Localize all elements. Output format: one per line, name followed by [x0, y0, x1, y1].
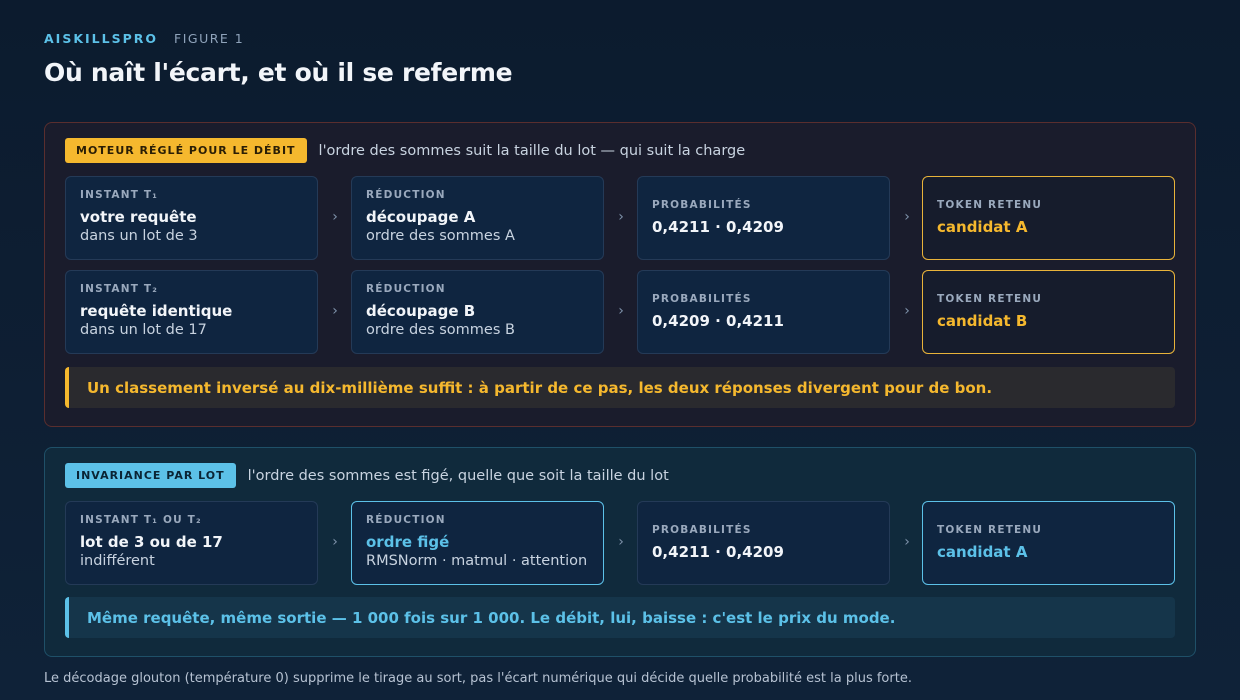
box-label: PROBABILITÉS — [652, 293, 752, 305]
panel-header: MOTEUR RÉGLÉ POUR LE DÉBIT l'ordre des s… — [65, 138, 745, 163]
probability-values: 0,4211 · 0,4209 — [652, 543, 784, 561]
chevron-right-icon: › — [332, 209, 338, 225]
probability-values: 0,4209 · 0,4211 — [652, 312, 784, 330]
chevron-right-icon: › — [618, 209, 624, 225]
chevron-right-icon: › — [332, 303, 338, 319]
box-main-text: votre requête — [80, 208, 197, 226]
invariance-badge: INVARIANCE PAR LOT — [65, 463, 236, 488]
probabilities-b-box: PROBABILITÉS 0,4209 · 0,4211 — [637, 270, 890, 354]
figure-number: FIGURE 1 — [174, 31, 245, 46]
page-title: Où naît l'écart, et où il se referme — [44, 58, 513, 87]
box-label: RÉDUCTION — [366, 283, 446, 295]
token-a-box: TOKEN RETENU candidat A — [922, 176, 1175, 260]
reproducibility-callout: Même requête, même sortie — 1 000 fois s… — [65, 597, 1175, 638]
box-label: RÉDUCTION — [366, 189, 446, 201]
brand-name: AISKILLSPRO — [44, 31, 159, 46]
instant-t1-box: INSTANT T₁ votre requête dans un lot de … — [65, 176, 318, 260]
divergence-callout: Un classement inversé au dix-millième su… — [65, 367, 1175, 408]
box-label: PROBABILITÉS — [652, 199, 752, 211]
chevron-right-icon: › — [332, 534, 338, 550]
reduction-fixed-box: RÉDUCTION ordre figé RMSNorm · matmul · … — [351, 501, 604, 585]
box-label: TOKEN RETENU — [937, 199, 1043, 211]
box-main-text: lot de 3 ou de 17 — [80, 533, 223, 551]
instant-t2-box: INSTANT T₂ requête identique dans un lot… — [65, 270, 318, 354]
token-value: candidat A — [937, 543, 1028, 561]
box-main-text: découpage A — [366, 208, 476, 226]
instant-either-box: INSTANT T₁ OU T₂ lot de 3 ou de 17 indif… — [65, 501, 318, 585]
box-label: PROBABILITÉS — [652, 524, 752, 536]
chevron-right-icon: › — [904, 209, 910, 225]
box-label: TOKEN RETENU — [937, 524, 1043, 536]
throughput-engine-panel: MOTEUR RÉGLÉ POUR LE DÉBIT l'ordre des s… — [44, 122, 1196, 427]
token-value: candidat A — [937, 218, 1028, 236]
probabilities-a-box: PROBABILITÉS 0,4211 · 0,4209 — [637, 176, 890, 260]
box-label: RÉDUCTION — [366, 514, 446, 526]
probability-values: 0,4211 · 0,4209 — [652, 218, 784, 236]
panel-description: l'ordre des sommes suit la taille du lot… — [318, 142, 746, 159]
box-sub-text: RMSNorm · matmul · attention — [366, 553, 588, 569]
box-label: TOKEN RETENU — [937, 293, 1043, 305]
box-sub-text: dans un lot de 3 — [80, 228, 198, 244]
box-label: INSTANT T₂ — [80, 283, 159, 295]
probabilities-fixed-box: PROBABILITÉS 0,4211 · 0,4209 — [637, 501, 890, 585]
box-sub-text: indifférent — [80, 553, 155, 569]
reduction-b-box: RÉDUCTION découpage B ordre des sommes B — [351, 270, 604, 354]
box-label: INSTANT T₁ OU T₂ — [80, 514, 202, 526]
token-fixed-box: TOKEN RETENU candidat A — [922, 501, 1175, 585]
chevron-right-icon: › — [618, 303, 624, 319]
token-value: candidat B — [937, 312, 1028, 330]
panel-header: INVARIANCE PAR LOT l'ordre des sommes es… — [65, 463, 669, 488]
box-main-text: ordre figé — [366, 533, 450, 551]
box-label: INSTANT T₁ — [80, 189, 159, 201]
header-brand-row: AISKILLSPRO FIGURE 1 — [44, 31, 244, 46]
panel-description: l'ordre des sommes est figé, quelle que … — [247, 467, 669, 484]
throughput-badge: MOTEUR RÉGLÉ POUR LE DÉBIT — [65, 138, 307, 163]
box-sub-text: ordre des sommes B — [366, 322, 515, 338]
token-b-box: TOKEN RETENU candidat B — [922, 270, 1175, 354]
box-main-text: découpage B — [366, 302, 476, 320]
reduction-a-box: RÉDUCTION découpage A ordre des sommes A — [351, 176, 604, 260]
box-sub-text: ordre des sommes A — [366, 228, 515, 244]
footnote: Le décodage glouton (température 0) supp… — [44, 671, 912, 686]
chevron-right-icon: › — [904, 534, 910, 550]
box-sub-text: dans un lot de 17 — [80, 322, 207, 338]
box-main-text: requête identique — [80, 302, 233, 320]
chevron-right-icon: › — [618, 534, 624, 550]
batch-invariance-panel: INVARIANCE PAR LOT l'ordre des sommes es… — [44, 447, 1196, 657]
chevron-right-icon: › — [904, 303, 910, 319]
